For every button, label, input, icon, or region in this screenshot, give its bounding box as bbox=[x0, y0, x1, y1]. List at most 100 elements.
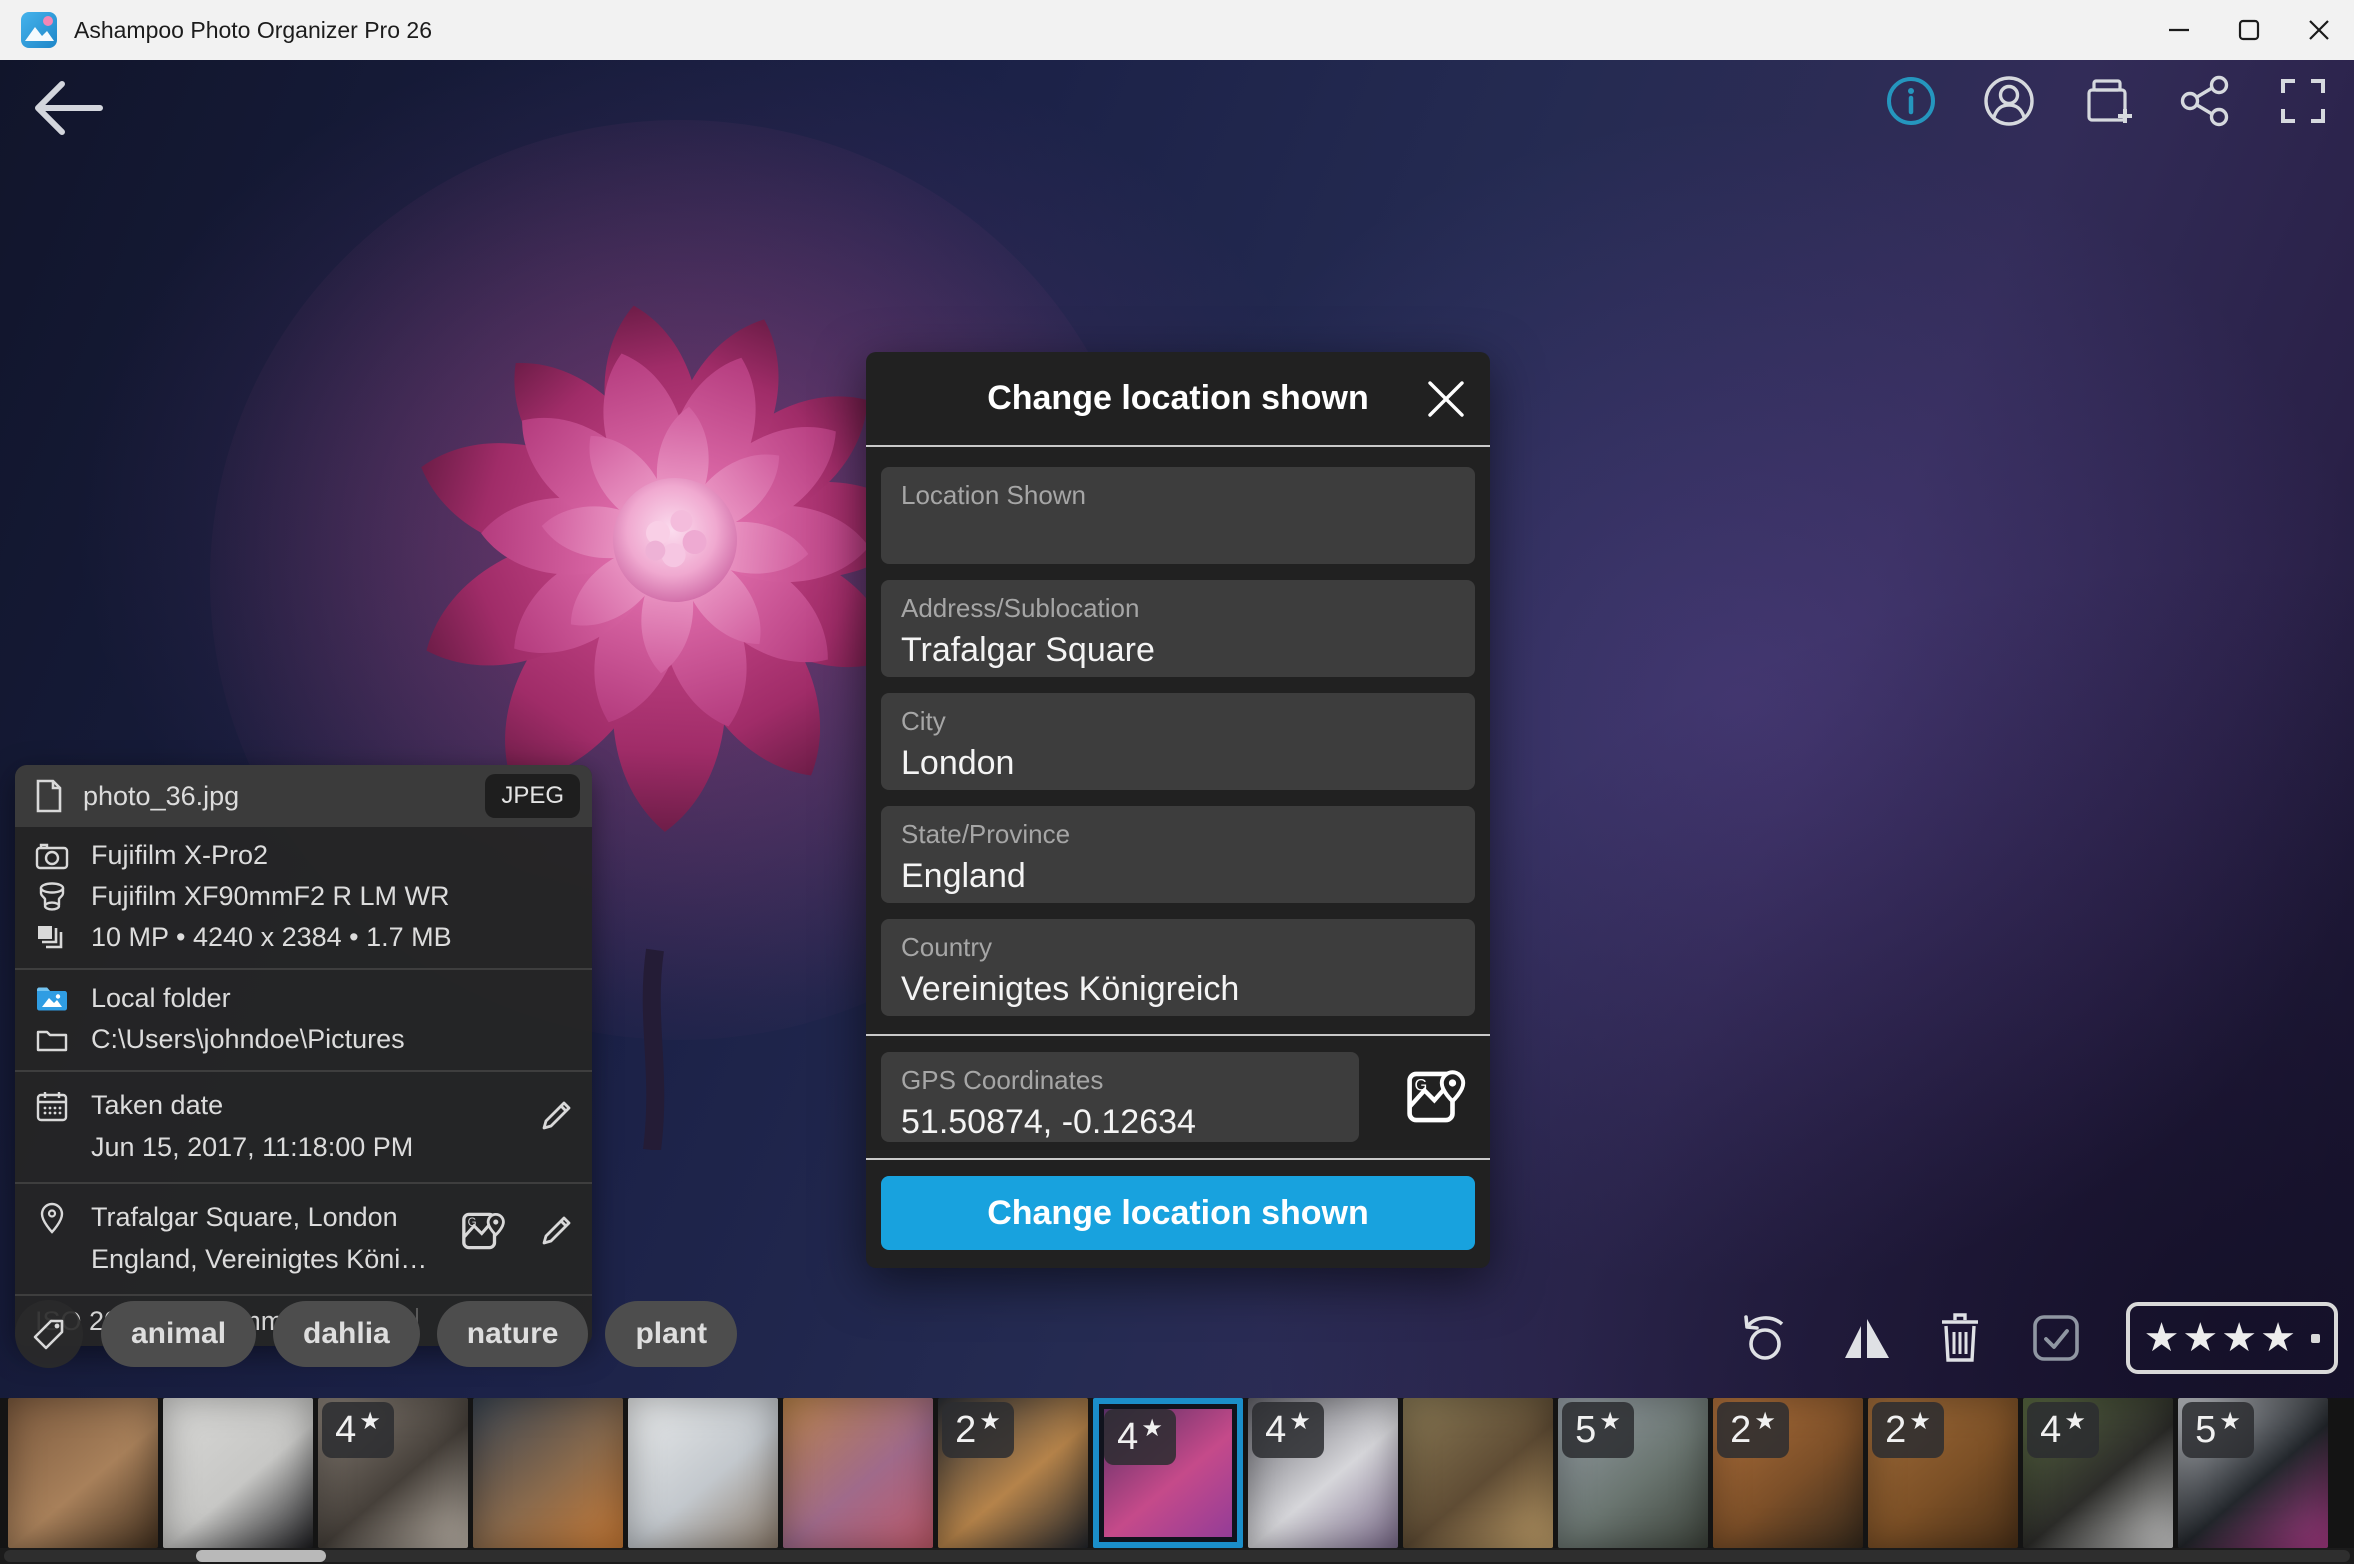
thumbnail-shaggy-dog[interactable]: 4★ bbox=[2023, 1398, 2173, 1548]
edit-location-button[interactable] bbox=[536, 1211, 576, 1251]
change-location-dialog: Change location shown Location Shown Addr… bbox=[866, 352, 1490, 1268]
minimize-button[interactable] bbox=[2144, 0, 2214, 60]
thumbnail-white-cat[interactable]: 4★ bbox=[1248, 1398, 1398, 1548]
back-button[interactable] bbox=[26, 76, 110, 140]
change-location-submit-button[interactable]: Change location shown bbox=[881, 1176, 1475, 1250]
info-panel: photo_36.jpg JPEG Fujifilm X-Pro2 bbox=[15, 765, 592, 1346]
field-label: Country bbox=[901, 931, 1455, 963]
location-line2: England, Vereinigtes Königre… bbox=[91, 1238, 438, 1280]
folder-icon bbox=[35, 1023, 69, 1057]
rotate-button[interactable] bbox=[1738, 1310, 1794, 1366]
add-to-album-button[interactable] bbox=[2080, 74, 2134, 128]
window-controls bbox=[2144, 0, 2354, 60]
titlebar: Ashampoo Photo Organizer Pro 26 bbox=[0, 0, 2354, 60]
dialog-title: Change location shown bbox=[987, 379, 1369, 418]
dialog-header: Change location shown bbox=[866, 352, 1490, 445]
thumbnail-puppy-orange-toy[interactable] bbox=[473, 1398, 623, 1548]
scrollbar-thumb[interactable] bbox=[196, 1550, 326, 1562]
open-in-maps-button[interactable]: G bbox=[1403, 1064, 1469, 1130]
rating-badge: 4★ bbox=[322, 1402, 394, 1458]
lens-icon bbox=[35, 880, 69, 914]
field-value: Vereinigtes Königreich bbox=[901, 969, 1455, 1009]
tag-plant[interactable]: plant bbox=[605, 1301, 737, 1367]
svg-text:G: G bbox=[468, 1217, 477, 1229]
filename: photo_36.jpg bbox=[83, 781, 239, 812]
star-filled[interactable]: ★ bbox=[2182, 1318, 2218, 1358]
share-button[interactable] bbox=[2178, 74, 2232, 128]
tag-icon bbox=[30, 1315, 68, 1353]
map-pin-icon bbox=[35, 1201, 69, 1235]
thumbnail-dog-tree-stump[interactable] bbox=[1403, 1398, 1553, 1548]
field-state-province[interactable]: State/Province England bbox=[881, 806, 1475, 903]
tag-list: animal dahlia natureplant bbox=[101, 1301, 737, 1367]
camera-info-group: Fujifilm X-Pro2 Fujifilm XF90mmF2 R LM W… bbox=[15, 827, 592, 968]
calendar-icon bbox=[35, 1089, 69, 1123]
account-button[interactable] bbox=[1982, 74, 2036, 128]
close-dialog-button[interactable] bbox=[1422, 375, 1470, 423]
field-city[interactable]: City London bbox=[881, 693, 1475, 790]
dialog-fields: Location Shown Address/SublocationTrafalg… bbox=[866, 447, 1490, 1016]
edit-date-button[interactable] bbox=[536, 1096, 576, 1136]
star-filled[interactable]: ★ bbox=[2260, 1318, 2296, 1358]
field-address-sublocation[interactable]: Address/SublocationTrafalgar Square bbox=[881, 580, 1475, 677]
select-checkbox[interactable] bbox=[2028, 1310, 2084, 1366]
field-value: Trafalgar Square bbox=[901, 630, 1455, 670]
star-rating-widget[interactable]: ★★★★ bbox=[2126, 1302, 2338, 1374]
viewer-toolbar bbox=[1884, 74, 2330, 128]
star-filled[interactable]: ★ bbox=[2221, 1318, 2257, 1358]
field-country[interactable]: Country Vereinigtes Königreich bbox=[881, 919, 1475, 1016]
app-logo-icon bbox=[20, 11, 58, 49]
tag-icon-button[interactable] bbox=[15, 1300, 83, 1368]
thumbnail-dog-newspapers[interactable]: 4★ bbox=[318, 1398, 468, 1548]
lens-model: Fujifilm XF90mmF2 R LM WR bbox=[91, 881, 450, 912]
field-location-shown[interactable]: Location Shown bbox=[881, 467, 1475, 564]
storage-info-group: Local folder C:\Users\johndoe\Pictures bbox=[15, 970, 592, 1070]
field-label: City bbox=[901, 705, 1455, 737]
flip-horizontal-button[interactable] bbox=[1836, 1310, 1892, 1366]
thumbnail-cat-in-snow[interactable] bbox=[628, 1398, 778, 1548]
horizontal-scrollbar[interactable] bbox=[4, 1550, 2350, 1562]
close-button[interactable] bbox=[2284, 0, 2354, 60]
camera-model: Fujifilm X-Pro2 bbox=[91, 840, 268, 871]
window-title: Ashampoo Photo Organizer Pro 26 bbox=[74, 17, 432, 44]
maximize-button[interactable] bbox=[2214, 0, 2284, 60]
thumbnail-dog-in-field[interactable]: 2★ bbox=[1868, 1398, 2018, 1548]
camera-icon bbox=[35, 839, 69, 873]
divider bbox=[866, 1034, 1490, 1036]
svg-text:G: G bbox=[1415, 1076, 1428, 1094]
rating-badge: 4★ bbox=[1252, 1402, 1324, 1458]
tag-nature[interactable]: nature bbox=[437, 1301, 589, 1367]
field-label: State/Province bbox=[901, 818, 1455, 850]
thumbnail-fox[interactable]: 2★ bbox=[1713, 1398, 1863, 1548]
delete-button[interactable] bbox=[1934, 1310, 1986, 1366]
tag-animal[interactable]: animal bbox=[101, 1301, 256, 1367]
info-button[interactable] bbox=[1884, 74, 1938, 128]
thumbnail-black-dog-snow[interactable] bbox=[163, 1398, 313, 1548]
field-value: England bbox=[901, 856, 1455, 896]
show-on-map-button[interactable]: G bbox=[460, 1208, 506, 1254]
rating-badge: 2★ bbox=[1717, 1402, 1789, 1458]
format-badge: JPEG bbox=[485, 774, 580, 818]
fullscreen-button[interactable] bbox=[2276, 74, 2330, 128]
field-label: Location Shown bbox=[901, 479, 1455, 511]
rating-badge: 5★ bbox=[1562, 1402, 1634, 1458]
field-gps-coordinates[interactable]: GPS Coordinates 51.50874, -0.12634 bbox=[881, 1052, 1359, 1142]
field-value: London bbox=[901, 743, 1455, 783]
rating-badge: 4★ bbox=[2027, 1402, 2099, 1458]
local-folder-icon bbox=[35, 982, 69, 1016]
edit-toolbar: ★★★★ bbox=[1738, 1302, 2338, 1374]
tag-dahlia[interactable]: dahlia bbox=[273, 1301, 420, 1367]
star-filled[interactable]: ★ bbox=[2144, 1318, 2180, 1358]
thumbnail-girl-balloons[interactable]: 5★ bbox=[1558, 1398, 1708, 1548]
file-icon bbox=[35, 779, 63, 813]
rating-stars: ★★★★ bbox=[2144, 1318, 2320, 1358]
thumbnail-dog-graffiti[interactable] bbox=[783, 1398, 933, 1548]
thumbnail-goats[interactable] bbox=[8, 1398, 158, 1548]
rating-badge: 4★ bbox=[1104, 1409, 1176, 1465]
star-empty-dot[interactable] bbox=[2311, 1334, 2320, 1343]
taken-date-label: Taken date bbox=[91, 1084, 514, 1126]
thumbnail-dog-goggles[interactable]: 5★ bbox=[2178, 1398, 2328, 1548]
rating-badge: 2★ bbox=[942, 1402, 1014, 1458]
thumbnail-golden-retriever[interactable]: 2★ bbox=[938, 1398, 1088, 1548]
thumbnail-dahlia-selected[interactable]: 4★ bbox=[1093, 1398, 1243, 1548]
